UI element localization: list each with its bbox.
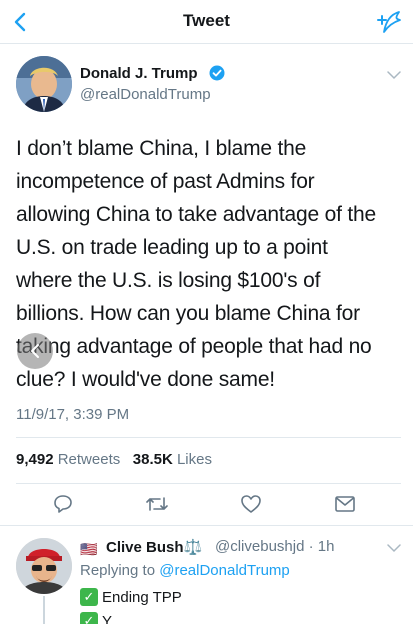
- tweet-timestamp: 11/9/17, 3:39 PM: [16, 406, 130, 423]
- tweet-line: where the U.S. is losing $100's of: [16, 269, 321, 292]
- likes-stat[interactable]: 38.5K Likes: [133, 451, 212, 468]
- compose-button[interactable]: [373, 8, 403, 36]
- floating-back-button[interactable]: [17, 333, 53, 369]
- tweet-line: billions. How can you blame China for: [16, 302, 360, 325]
- top-bar: Tweet: [0, 0, 413, 44]
- tweet-author: Donald J. Trump @realDonaldTrump: [16, 56, 401, 116]
- author-handle[interactable]: @realDonaldTrump: [80, 86, 211, 103]
- replying-to: Replying to @realDonaldTrump: [80, 562, 290, 579]
- reply-icon: [54, 495, 72, 513]
- tweet-line: incompetence of past Admins for: [16, 170, 315, 193]
- reply-avatar[interactable]: [16, 538, 72, 594]
- reply-author-handle[interactable]: @clivebushjd · 1h: [215, 538, 334, 555]
- reply-line: ✓ Y...: [80, 612, 123, 624]
- flag-icon: 🇺🇸: [80, 541, 98, 557]
- retweet-button[interactable]: [144, 492, 170, 516]
- reply-line: ✓ Ending TPP: [80, 588, 182, 606]
- chevron-left-icon: [31, 344, 39, 358]
- reply-author-name[interactable]: Clive Bush⚖️: [106, 538, 202, 556]
- page-title: Tweet: [183, 11, 230, 30]
- author-name[interactable]: Donald J. Trump: [80, 65, 198, 82]
- chevron-down-icon[interactable]: [387, 543, 401, 553]
- reply-line-text: Ending TPP: [102, 588, 182, 606]
- replying-to-link[interactable]: @realDonaldTrump: [159, 562, 290, 579]
- tweet-line: clue? I would've done same!: [16, 368, 275, 391]
- share-button[interactable]: [332, 492, 358, 516]
- retweets-label: Retweets: [57, 451, 121, 468]
- check-mark-icon: ✓: [80, 588, 98, 606]
- tweet-line: taking advantage of people that had no: [16, 335, 372, 358]
- reply-profile-photo: [16, 538, 72, 594]
- check-mark-icon: ✓: [80, 612, 98, 624]
- tweet-line: U.S. on trade leading up to a point: [16, 236, 328, 259]
- avatar[interactable]: [16, 56, 72, 112]
- like-icon: [241, 495, 261, 513]
- likes-label: Likes: [176, 451, 212, 468]
- tweet-text: I don’t blame China, I blame the incompe…: [16, 132, 401, 396]
- retweet-icon: [146, 497, 168, 511]
- verified-badge-icon: [209, 65, 225, 81]
- divider: [16, 437, 401, 438]
- tweet-line: allowing China to take advantage of the: [16, 203, 376, 226]
- reply-tweet[interactable]: 🇺🇸 Clive Bush⚖️ @clivebushjd · 1h Replyi…: [0, 525, 413, 624]
- retweets-count: 9,492: [16, 451, 54, 468]
- compose-feather-icon: [377, 11, 401, 33]
- share-mail-icon: [335, 496, 355, 512]
- reply-line-text: Y...: [102, 612, 123, 624]
- tweet-line: I don’t blame China, I blame the: [16, 137, 307, 160]
- tweet-actions: [0, 484, 413, 524]
- replying-prefix: Replying to: [80, 562, 156, 579]
- profile-photo: [16, 56, 72, 112]
- reply-button[interactable]: [50, 492, 76, 516]
- likes-count: 38.5K: [132, 451, 173, 468]
- like-button[interactable]: [238, 492, 264, 516]
- retweets-stat[interactable]: 9,492 Retweets: [16, 451, 120, 468]
- thread-line: [43, 596, 45, 624]
- chevron-down-icon[interactable]: [387, 70, 401, 80]
- tweet-stats: 9,492 Retweets 38.5K Likes: [16, 451, 212, 468]
